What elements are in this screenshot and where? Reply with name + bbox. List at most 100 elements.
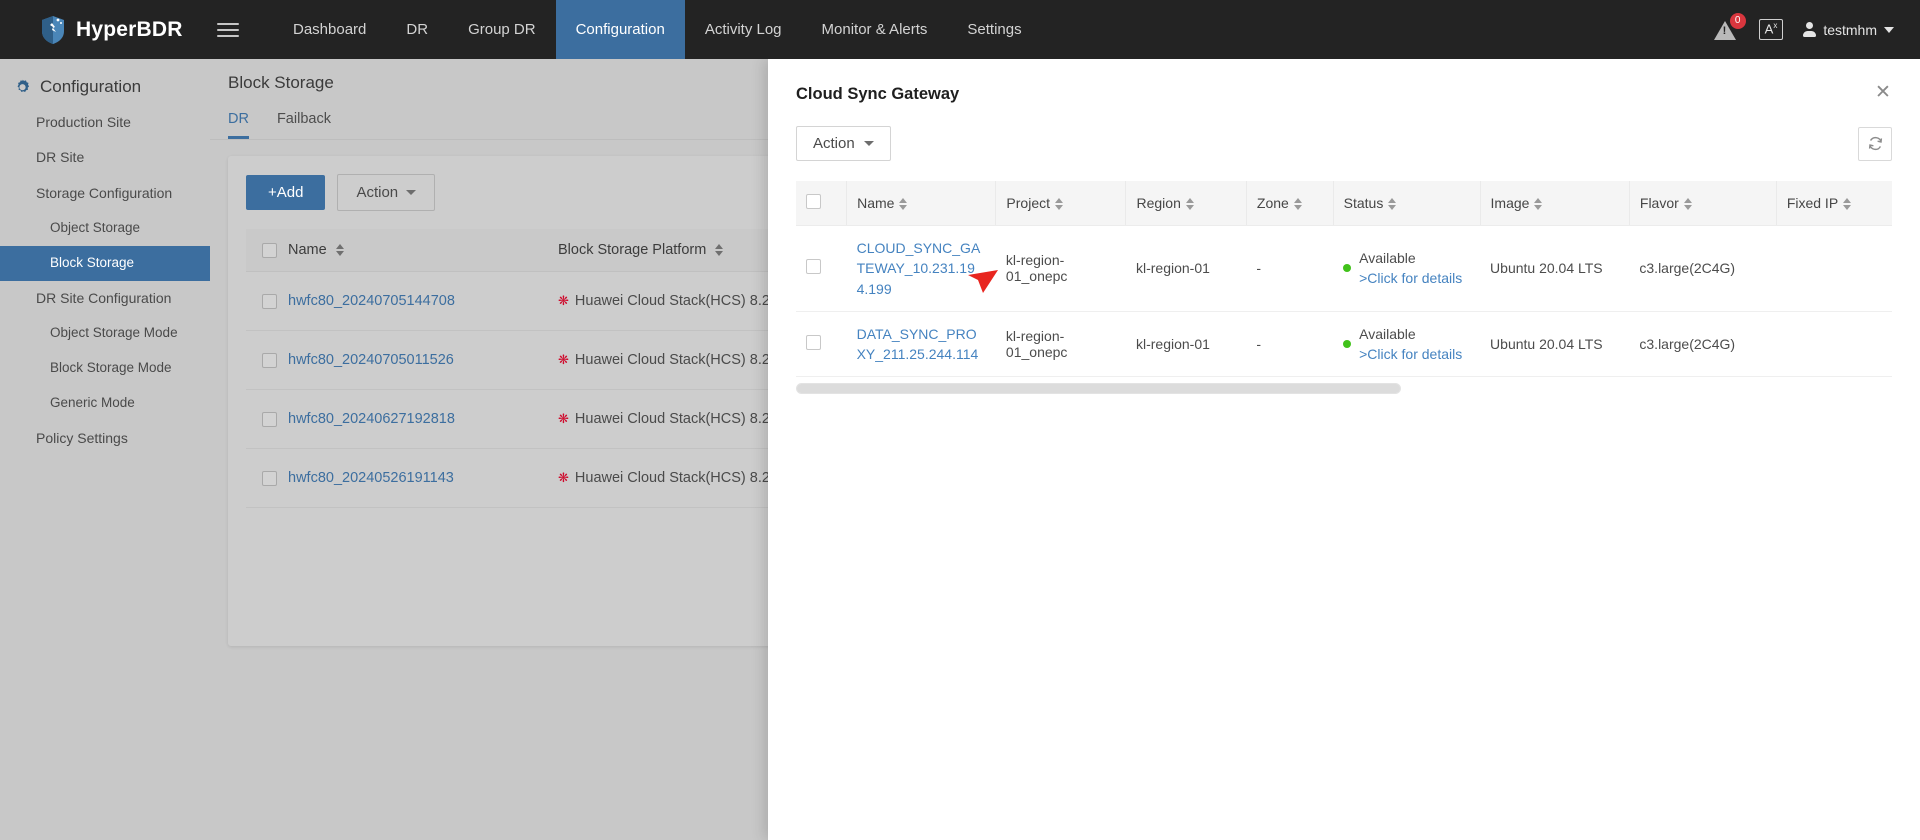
status-label: Available (1359, 250, 1416, 267)
row-flavor-cell: c3.large(2C4G) (1629, 225, 1777, 312)
action-dropdown-button[interactable]: Action (337, 174, 436, 211)
nav-item-activity-log[interactable]: Activity Log (685, 0, 802, 59)
row-checkbox[interactable] (806, 259, 821, 275)
drawer-column-header-zone[interactable]: Zone (1246, 181, 1334, 226)
row-name-cell: hwfc80_20240627192818 (288, 389, 558, 449)
row-select-cell (246, 389, 288, 449)
sidebar-item-storage-configuration[interactable]: Storage Configuration (0, 176, 210, 211)
nav-item-group-dr[interactable]: Group DR (448, 0, 556, 59)
refresh-icon[interactable] (1858, 126, 1892, 161)
sort-icon[interactable] (335, 244, 344, 257)
sidebar-item-policy-settings[interactable]: Policy Settings (0, 421, 210, 456)
user-menu[interactable]: testmhm (1803, 22, 1894, 38)
row-name-link[interactable]: hwfc80_20240705144708 (288, 293, 455, 309)
close-icon[interactable]: ✕ (1872, 82, 1894, 104)
row-checkbox[interactable] (262, 411, 277, 427)
row-name-link[interactable]: CLOUD_SYNC_GATEWAY_10.231.194.199 (857, 240, 981, 297)
tab-failback[interactable]: Failback (277, 111, 331, 139)
nav-item-configuration[interactable]: Configuration (555, 0, 685, 59)
add-button[interactable]: +Add (246, 175, 326, 210)
row-checkbox[interactable] (806, 335, 821, 351)
row-select-cell (796, 311, 847, 378)
status-dot-icon (1343, 340, 1352, 349)
row-select-cell (246, 330, 288, 390)
nav-item-dr[interactable]: DR (386, 0, 448, 59)
table-row[interactable]: CLOUD_SYNC_GATEWAY_10.231.194.199 kl-reg… (796, 225, 1892, 312)
drawer-action-dropdown-button[interactable]: Action (796, 126, 891, 161)
hamburger-icon[interactable] (217, 19, 239, 41)
user-avatar-icon (1803, 22, 1817, 37)
nav-item-monitor-alerts[interactable]: Monitor & Alerts (802, 0, 948, 59)
nav-right-actions: 0 Ax testmhm (1713, 12, 1920, 43)
sort-icon[interactable] (1683, 198, 1692, 211)
row-image-cell: Ubuntu 20.04 LTS (1480, 225, 1630, 312)
drawer-column-header-status[interactable]: Status (1333, 181, 1481, 226)
sidebar-item-object-storage[interactable]: Object Storage (0, 211, 210, 246)
action-dropdown-label: Action (356, 184, 399, 201)
nav-item-settings[interactable]: Settings (947, 0, 1041, 59)
tab-dr[interactable]: DR (228, 111, 249, 139)
drawer-column-header-flavor[interactable]: Flavor (1629, 181, 1777, 226)
language-switch-icon[interactable]: Ax (1758, 19, 1784, 40)
row-zone-cell: - (1246, 311, 1334, 378)
sidebar-item-generic-mode[interactable]: Generic Mode (0, 386, 210, 421)
row-name-link[interactable]: DATA_SYNC_PROXY_211.25.244.114 (857, 326, 979, 362)
drawer-column-header-name[interactable]: Name (846, 181, 997, 226)
sort-icon[interactable] (1534, 198, 1543, 211)
app-root: HyperBDR Dashboard DR Group DR Configura… (0, 0, 1920, 840)
row-zone-cell: - (1246, 225, 1334, 312)
row-name-link[interactable]: hwfc80_20240705011526 (288, 352, 454, 368)
row-name-cell: hwfc80_20240526191143 (288, 448, 558, 508)
column-header-name[interactable]: Name (288, 229, 558, 272)
drawer-column-header-fixed-ip[interactable]: Fixed IP (1776, 181, 1892, 226)
status-details-link[interactable]: >Click for details (1359, 346, 1462, 362)
sidebar-item-dr-site[interactable]: DR Site (0, 140, 210, 175)
sidebar: Configuration Production Site DR Site St… (0, 59, 210, 840)
drawer-column-header-image-label: Image (1490, 195, 1530, 211)
drawer-column-header-image[interactable]: Image (1480, 181, 1630, 226)
drawer-title: Cloud Sync Gateway (796, 85, 960, 103)
brand[interactable]: HyperBDR (0, 15, 205, 45)
drawer-column-header-region-label: Region (1136, 195, 1181, 211)
sidebar-item-block-storage[interactable]: Block Storage (0, 246, 210, 281)
row-name-link[interactable]: hwfc80_20240526191143 (288, 470, 454, 486)
drawer-table-body: CLOUD_SYNC_GATEWAY_10.231.194.199 kl-reg… (796, 225, 1892, 378)
status-details-link[interactable]: >Click for details (1359, 270, 1462, 286)
sidebar-item-production-site[interactable]: Production Site (0, 105, 210, 140)
nav-item-dashboard[interactable]: Dashboard (273, 0, 386, 59)
row-name-cell: DATA_SYNC_PROXY_211.25.244.114 (846, 311, 996, 378)
drawer-column-header-region[interactable]: Region (1125, 181, 1247, 226)
sort-icon[interactable] (1185, 198, 1194, 211)
row-image-cell: Ubuntu 20.04 LTS (1480, 311, 1630, 378)
horizontal-scrollbar[interactable] (796, 383, 1401, 395)
row-checkbox[interactable] (262, 470, 277, 486)
nav-items: Dashboard DR Group DR Configuration Acti… (273, 0, 1042, 59)
sidebar-item-dr-site-configuration[interactable]: DR Site Configuration (0, 281, 210, 316)
row-region-cell: kl-region-01 (1125, 311, 1247, 378)
select-all-checkbox[interactable] (262, 242, 277, 258)
status-label: Available (1359, 325, 1416, 342)
sort-icon[interactable] (899, 198, 908, 211)
row-name-cell: hwfc80_20240705144708 (288, 271, 558, 331)
row-checkbox[interactable] (262, 352, 277, 368)
sort-icon[interactable] (715, 244, 724, 257)
sidebar-title-label: Configuration (40, 77, 142, 96)
drawer-column-header-project[interactable]: Project (995, 181, 1127, 226)
huawei-icon: ❋ (558, 411, 569, 426)
row-name-link[interactable]: hwfc80_20240627192818 (288, 411, 455, 427)
sidebar-item-object-storage-mode[interactable]: Object Storage Mode (0, 316, 210, 351)
row-checkbox[interactable] (262, 293, 277, 309)
table-row[interactable]: DATA_SYNC_PROXY_211.25.244.114 kl-region… (796, 311, 1892, 378)
alert-warning-icon[interactable]: 0 (1713, 12, 1746, 43)
select-all-checkbox[interactable] (806, 194, 821, 209)
gear-icon (14, 79, 31, 96)
row-fixed-ip-cell (1776, 311, 1892, 378)
sort-icon[interactable] (1293, 198, 1302, 211)
scrollbar-thumb[interactable] (797, 384, 1400, 394)
sort-icon[interactable] (1843, 198, 1852, 211)
sort-icon[interactable] (1055, 198, 1063, 211)
row-status-cell: Available >Click for details (1333, 225, 1481, 312)
huawei-icon: ❋ (558, 352, 569, 367)
sidebar-item-block-storage-mode[interactable]: Block Storage Mode (0, 351, 210, 386)
sort-icon[interactable] (1388, 198, 1397, 211)
